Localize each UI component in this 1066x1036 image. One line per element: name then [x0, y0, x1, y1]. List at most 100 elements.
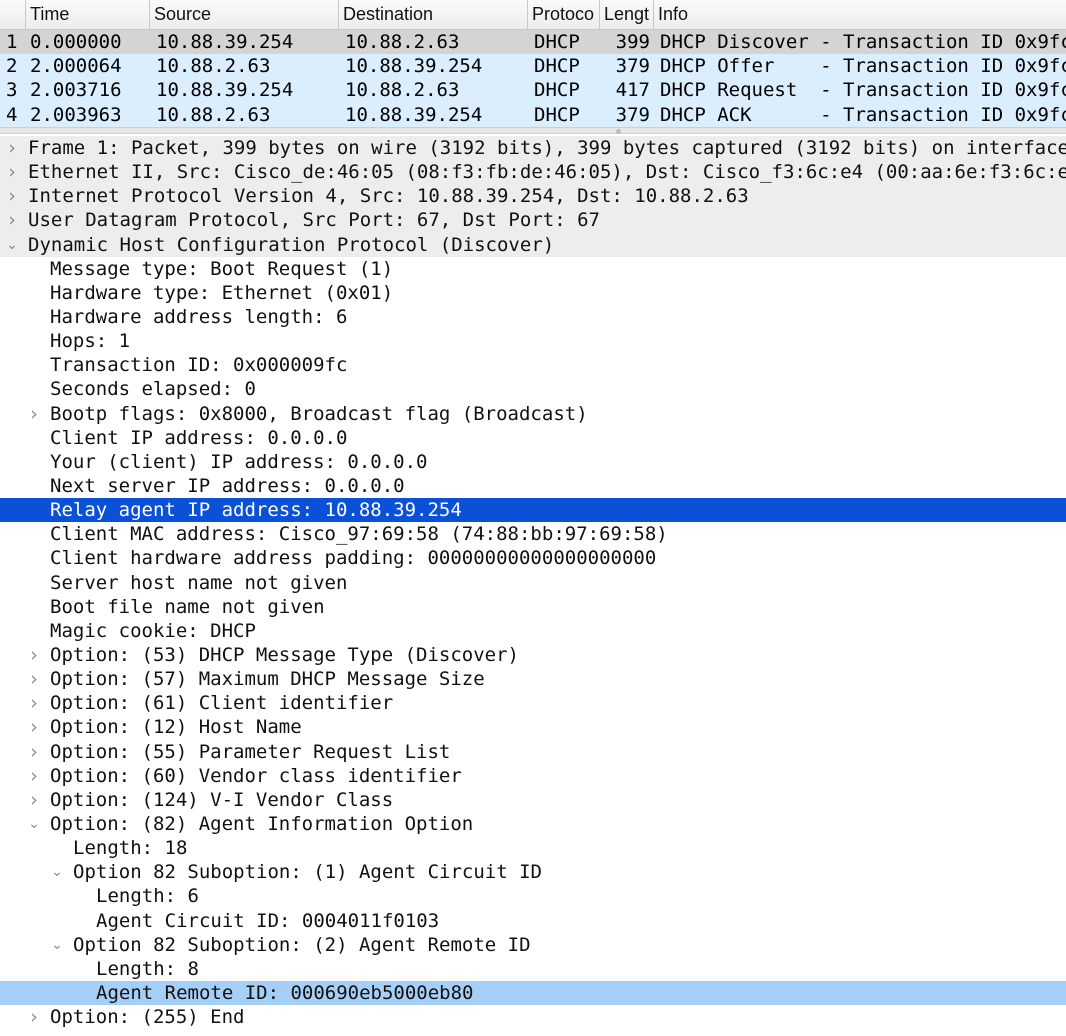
chevron-right-icon[interactable]: › — [5, 184, 19, 208]
tree-row[interactable]: Agent Remote ID: 000690eb5000eb80 — [0, 980, 1066, 1006]
tree-row[interactable]: ⌄ Option: (82) Agent Information Option — [0, 812, 1066, 836]
tree-row[interactable]: › Option: (124) V-I Vendor Class — [0, 788, 1066, 812]
tree-row-label: Boot file name not given — [50, 595, 325, 618]
tree-row-label: Option: (255) End — [50, 1006, 245, 1029]
tree-row-label: Option: (12) Host Name — [50, 716, 302, 739]
packet-cell-length: 399 — [615, 31, 650, 53]
tree-row-label: Seconds elapsed: 0 — [50, 378, 256, 401]
packet-row[interactable]: 1 0.000000 10.88.39.254 10.88.2.63 DHCP 399 DH… — [0, 30, 1066, 55]
column-header-protocol[interactable]: Protoco — [528, 0, 600, 29]
tree-row[interactable]: › Frame 1: Packet, 399 bytes on wire (319… — [0, 136, 1066, 161]
chevron-down-icon[interactable]: ⌄ — [5, 233, 19, 257]
tree-row[interactable]: › Option: (12) Host Name — [0, 715, 1066, 739]
tree-row[interactable]: › Option: (255) End — [0, 1005, 1066, 1029]
tree-row[interactable]: Magic cookie: DHCP — [0, 619, 1066, 643]
chevron-right-icon[interactable]: › — [5, 208, 19, 232]
packet-cell-length: 379 — [615, 103, 650, 126]
tree-row[interactable]: Client IP address: 0.0.0.0 — [0, 426, 1066, 450]
tree-row-label: Option: (60) Vendor class identifier — [50, 764, 462, 787]
chevron-right-icon[interactable]: › — [27, 715, 41, 739]
chevron-right-icon[interactable]: › — [27, 643, 41, 667]
chevron-right-icon[interactable]: › — [27, 1005, 41, 1029]
tree-row[interactable]: Hops: 1 — [0, 329, 1066, 353]
chevron-right-icon[interactable]: › — [27, 788, 41, 812]
chevron-right-icon[interactable]: › — [27, 402, 41, 426]
tree-row-label: Option 82 Suboption: (2) Agent Remote ID — [73, 933, 531, 956]
column-header-info[interactable]: Info — [654, 0, 1066, 29]
tree-row[interactable]: › Bootp flags: 0x8000, Broadcast flag (Br… — [0, 402, 1066, 426]
tree-row[interactable]: Length: 18 — [0, 836, 1066, 860]
tree-row-label: Bootp flags: 0x8000, Broadcast flag (Bro… — [50, 402, 588, 425]
tree-row[interactable]: Length: 6 — [0, 884, 1066, 908]
packet-list-pane[interactable]: Time Source Destination Protoco Lengt In… — [0, 0, 1066, 130]
tree-row[interactable]: ⌄ Option 82 Suboption: (1) Agent Circuit … — [0, 860, 1066, 884]
chevron-right-icon[interactable]: › — [27, 667, 41, 691]
tree-row[interactable]: Boot file name not given — [0, 595, 1066, 619]
packet-cell-info: DHCP Discover - Transaction ID 0x9fc — [660, 31, 1066, 53]
chevron-right-icon[interactable]: › — [27, 740, 41, 764]
packet-cell-source: 10.88.39.254 — [156, 31, 294, 53]
pane-splitter[interactable] — [0, 127, 1066, 134]
tree-row[interactable]: Seconds elapsed: 0 — [0, 377, 1066, 401]
tree-row[interactable]: Message type: Boot Request (1) — [0, 257, 1066, 281]
packet-details-tree[interactable]: › Frame 1: Packet, 399 bytes on wire (319… — [0, 136, 1066, 1036]
tree-row-label: Client MAC address: Cisco_97:69:58 (74:8… — [50, 523, 668, 546]
tree-row[interactable]: › User Datagram Protocol, Src Port: 67, D… — [0, 208, 1066, 233]
tree-row[interactable]: › Option: (57) Maximum DHCP Message Size — [0, 667, 1066, 691]
tree-row[interactable]: › Internet Protocol Version 4, Src: 10.88… — [0, 184, 1066, 209]
tree-row[interactable]: Length: 8 — [0, 957, 1066, 981]
chevron-down-icon[interactable]: ⌄ — [50, 860, 64, 884]
column-header-length[interactable]: Lengt — [600, 0, 654, 29]
tree-row[interactable]: Server host name not given — [0, 571, 1066, 595]
packet-cell-protocol: DHCP — [534, 55, 580, 78]
tree-row[interactable]: › Ethernet II, Src: Cisco_de:46:05 (08:f3… — [0, 160, 1066, 185]
tree-row[interactable]: › Option: (60) Vendor class identifier — [0, 764, 1066, 788]
packet-cell-info: DHCP ACK - Transaction ID 0x9fc — [660, 103, 1066, 126]
packet-cell-destination: 10.88.39.254 — [345, 55, 483, 78]
chevron-right-icon[interactable]: › — [27, 764, 41, 788]
packet-cell-time: 2.003716 — [30, 79, 122, 102]
tree-row[interactable]: Client hardware address padding: 0000000… — [0, 546, 1066, 570]
tree-row[interactable]: Next server IP address: 0.0.0.0 — [0, 474, 1066, 498]
tree-row[interactable]: ⌄ Dynamic Host Configuration Protocol (Di… — [0, 232, 1066, 257]
packet-cell-source: 10.88.2.63 — [156, 103, 271, 126]
packet-row[interactable]: 4 2.003963 10.88.2.63 10.88.39.254 DHCP 379 DH… — [0, 102, 1066, 127]
column-header-no[interactable] — [0, 0, 26, 29]
tree-row[interactable]: Relay agent IP address: 10.88.39.254 — [0, 498, 1066, 523]
tree-row[interactable]: Hardware type: Ethernet (0x01) — [0, 281, 1066, 305]
packet-cell-info: DHCP Offer - Transaction ID 0x9fc — [660, 55, 1066, 78]
packet-cell-length: 417 — [615, 79, 650, 102]
packet-cell-info: DHCP Request - Transaction ID 0x9fc — [660, 79, 1066, 102]
chevron-right-icon[interactable]: › — [27, 691, 41, 715]
tree-row-label: Option: (55) Parameter Request List — [50, 740, 451, 763]
tree-row[interactable]: › Option: (55) Parameter Request List — [0, 740, 1066, 764]
tree-row[interactable]: Hardware address length: 6 — [0, 305, 1066, 329]
column-header-destination[interactable]: Destination — [339, 0, 528, 29]
tree-row-label: Option: (57) Maximum DHCP Message Size — [50, 668, 485, 691]
column-header-source[interactable]: Source — [150, 0, 339, 29]
packet-cell-no: 1 — [6, 31, 18, 53]
tree-row[interactable]: Transaction ID: 0x000009fc — [0, 353, 1066, 377]
tree-row[interactable]: › Option: (61) Client identifier — [0, 691, 1066, 715]
tree-row-label: Ethernet II, Src: Cisco_de:46:05 (08:f3:… — [28, 161, 1066, 184]
packet-cell-time: 2.003963 — [30, 103, 122, 126]
chevron-down-icon[interactable]: ⌄ — [50, 933, 64, 957]
packet-row[interactable]: 2 2.000064 10.88.2.63 10.88.39.254 DHCP 379 DH… — [0, 54, 1066, 79]
packet-row[interactable]: 3 2.003716 10.88.39.254 10.88.2.63 DHCP 417 DH… — [0, 78, 1066, 103]
packet-cell-source: 10.88.39.254 — [156, 79, 294, 102]
tree-row[interactable]: › Option: (53) DHCP Message Type (Discove… — [0, 643, 1066, 667]
tree-row[interactable]: Client MAC address: Cisco_97:69:58 (74:8… — [0, 522, 1066, 546]
packet-cell-time: 2.000064 — [30, 55, 122, 78]
tree-row[interactable]: Your (client) IP address: 0.0.0.0 — [0, 450, 1066, 474]
tree-row-label: Your (client) IP address: 0.0.0.0 — [50, 450, 428, 473]
splitter-grip-icon[interactable] — [616, 129, 621, 134]
chevron-down-icon[interactable]: ⌄ — [27, 812, 41, 836]
chevron-right-icon[interactable]: › — [5, 136, 19, 160]
chevron-right-icon[interactable]: › — [5, 160, 19, 184]
tree-row-label: User Datagram Protocol, Src Port: 67, Ds… — [28, 209, 600, 232]
packet-rows: 1 0.000000 10.88.39.254 10.88.2.63 DHCP 399 DH… — [0, 30, 1066, 127]
column-header-time[interactable]: Time — [26, 0, 150, 29]
tree-row[interactable]: ⌄ Option 82 Suboption: (2) Agent Remote I… — [0, 933, 1066, 957]
tree-row-label: Client hardware address padding: 0000000… — [50, 547, 657, 570]
tree-row[interactable]: Agent Circuit ID: 0004011f0103 — [0, 909, 1066, 933]
